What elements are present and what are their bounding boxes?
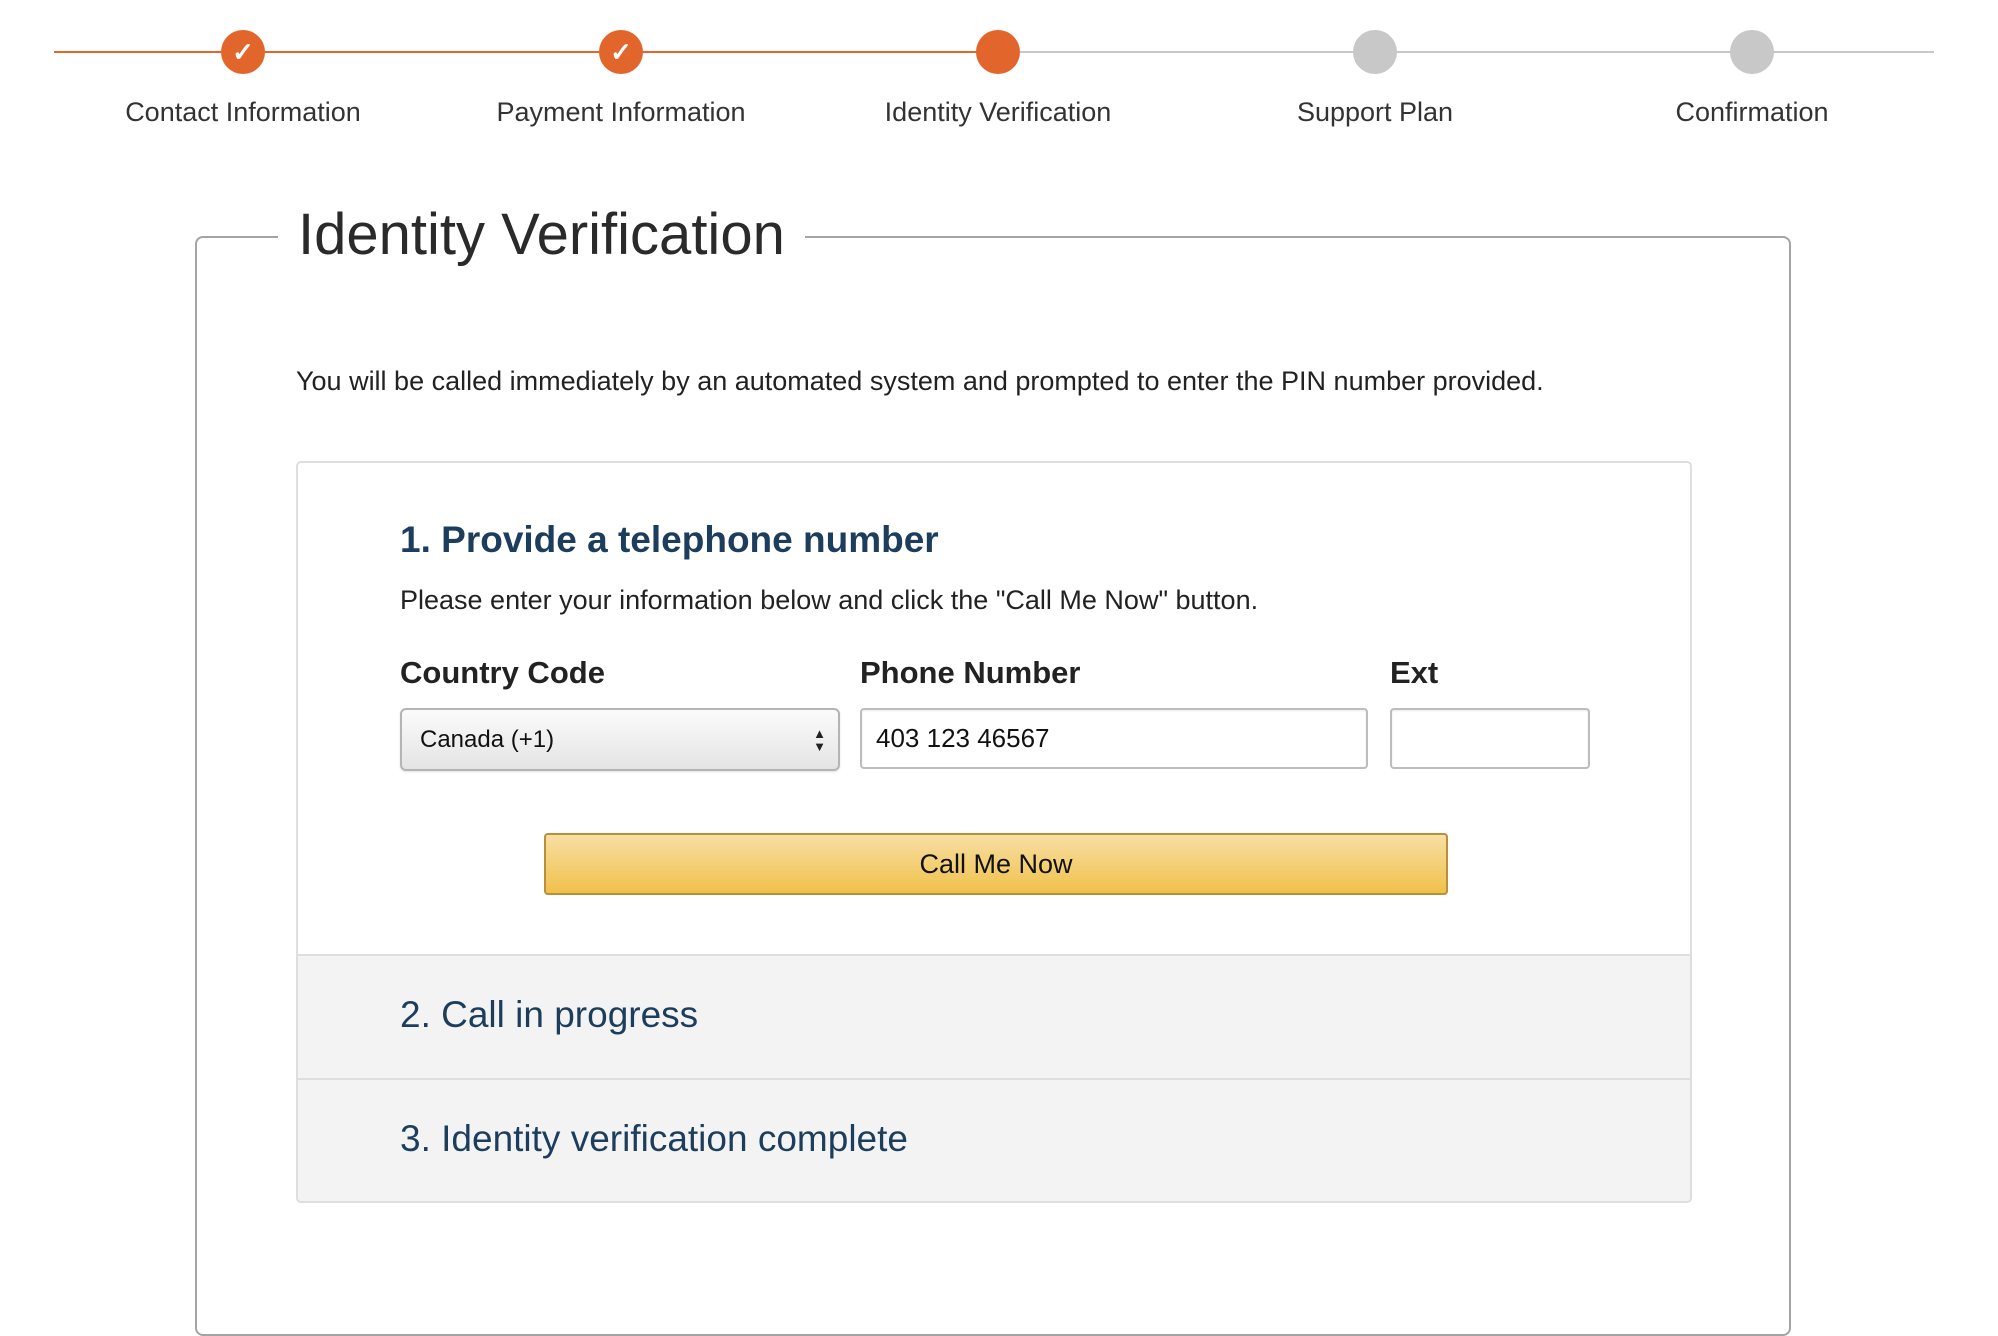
step-identity-verification: Identity Verification	[798, 30, 1198, 128]
section-call-in-progress[interactable]: 2. Call in progress	[298, 954, 1690, 1078]
check-icon: ✓	[599, 30, 643, 74]
step-confirmation: Confirmation	[1552, 30, 1952, 128]
section-provide-phone: 1. Provide a telephone number Please ent…	[298, 463, 1690, 954]
check-icon: ✓	[221, 30, 265, 74]
section-description: Please enter your information below and …	[400, 585, 1259, 615]
ext-label: Ext	[1390, 655, 1439, 690]
section-title: 2. Call in progress	[400, 994, 699, 1035]
step-label: Payment Information	[496, 97, 746, 127]
intro-text: You will be called immediately by an aut…	[296, 366, 1544, 396]
select-arrows-icon: ▲ ▼	[813, 725, 826, 754]
country-code-value: Canada (+1)	[420, 725, 555, 753]
step-label: Contact Information	[125, 97, 361, 127]
step-payment-information: ✓ Payment Information	[421, 30, 821, 128]
step-label: Confirmation	[1675, 97, 1829, 127]
section-title: 3. Identity verification complete	[400, 1118, 908, 1159]
verification-accordion: 1. Provide a telephone number Please ent…	[296, 461, 1692, 1203]
pending-step-dot	[1730, 30, 1774, 74]
call-me-now-button[interactable]: Call Me Now	[544, 833, 1448, 895]
phone-number-input[interactable]: 403 123 46567	[860, 708, 1368, 769]
country-code-select[interactable]: Canada (+1) ▲ ▼	[400, 708, 840, 771]
country-code-label: Country Code	[400, 655, 605, 690]
step-label: Support Plan	[1296, 97, 1454, 127]
current-step-dot	[976, 30, 1020, 74]
page-title: Identity Verification	[278, 198, 805, 272]
section-verification-complete[interactable]: 3. Identity verification complete	[298, 1078, 1690, 1201]
section-title: 1. Provide a telephone number	[400, 519, 939, 560]
ext-input[interactable]	[1390, 708, 1590, 769]
step-label: Identity Verification	[884, 97, 1112, 127]
step-support-plan: Support Plan	[1175, 30, 1575, 128]
pending-step-dot	[1353, 30, 1397, 74]
progress-stepper: ✓ Contact Information ✓ Payment Informat…	[0, 0, 1998, 140]
phone-number-label: Phone Number	[860, 655, 1081, 690]
step-contact-information: ✓ Contact Information	[43, 30, 443, 128]
